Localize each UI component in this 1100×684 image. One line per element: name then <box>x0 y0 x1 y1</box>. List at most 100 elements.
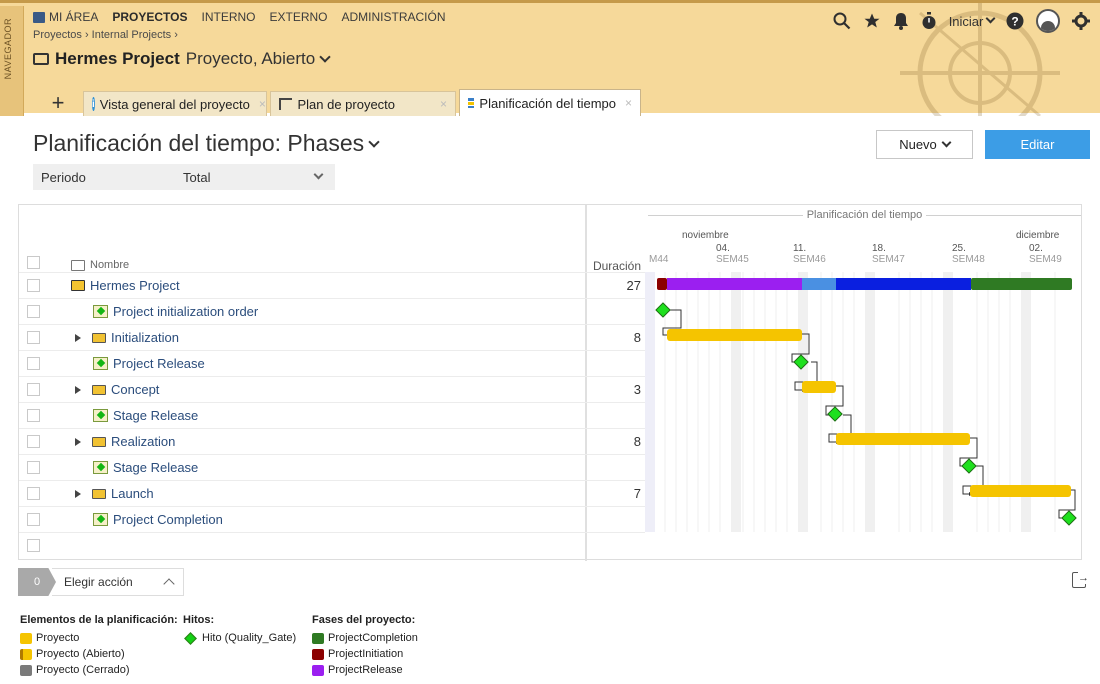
navigator-toggle[interactable]: NAVEGADOR <box>0 6 24 116</box>
top-menu: MI ÁREA PROYECTOS INTERNO EXTERNO ADMINI… <box>33 10 446 24</box>
month-label: diciembre <box>1016 230 1060 241</box>
svg-text:?: ? <box>1011 15 1018 29</box>
initialization-bar[interactable] <box>667 329 802 341</box>
milestone-diamond[interactable] <box>827 406 843 422</box>
expand-arrow-icon[interactable] <box>75 489 81 498</box>
table-row[interactable]: Project initialization order <box>19 298 645 324</box>
chevron-down-icon <box>319 51 331 63</box>
table-row[interactable]: Stage Release <box>19 402 645 428</box>
tab-time-planning[interactable]: Planificación del tiempo × <box>459 89 641 116</box>
close-icon[interactable]: × <box>440 97 447 111</box>
week-tick: 25. SEM48 <box>952 243 985 265</box>
user-avatar[interactable] <box>1036 9 1060 33</box>
chevron-down-icon <box>985 13 996 23</box>
legend-swatch <box>312 664 324 676</box>
table-row-empty <box>19 532 645 558</box>
close-icon[interactable]: × <box>625 96 632 110</box>
row-checkbox[interactable] <box>27 409 40 422</box>
star-icon[interactable] <box>863 12 881 30</box>
milestone-diamond[interactable] <box>655 302 671 318</box>
milestone-icon <box>93 305 108 318</box>
menu-interno[interactable]: INTERNO <box>201 10 255 24</box>
week-tick: 02. SEM49 <box>1029 243 1062 265</box>
milestone-icon <box>93 409 108 422</box>
start-menu[interactable]: Iniciar <box>949 13 996 29</box>
person-icon <box>1041 21 1055 31</box>
table-row[interactable]: Realization 8 <box>19 428 645 454</box>
row-checkbox[interactable] <box>27 539 40 552</box>
new-button[interactable]: Nuevo <box>876 130 973 159</box>
week-tick: 04. SEM45 <box>716 243 749 265</box>
table-row[interactable]: Stage Release <box>19 454 645 480</box>
table-row[interactable]: Launch 7 <box>19 480 645 506</box>
table-row[interactable]: Project Completion <box>19 506 645 532</box>
row-checkbox[interactable] <box>27 305 40 318</box>
select-all-checkbox[interactable] <box>27 256 40 269</box>
row-checkbox[interactable] <box>27 279 40 292</box>
row-checkbox[interactable] <box>27 513 40 526</box>
help-icon[interactable]: ? <box>1006 12 1024 30</box>
tab-project-overview[interactable]: i Vista general del proyecto × <box>83 91 267 116</box>
row-checkbox[interactable] <box>27 435 40 448</box>
menu-proyectos[interactable]: PROYECTOS <box>112 10 187 24</box>
expand-arrow-icon[interactable] <box>75 437 81 446</box>
launch-bar[interactable] <box>970 485 1071 497</box>
bell-icon[interactable] <box>893 12 909 30</box>
project-title[interactable]: Hermes Project Proyecto, Abierto <box>33 49 331 69</box>
gantt-chart <box>645 272 1077 532</box>
row-checkbox[interactable] <box>27 461 40 474</box>
table-row[interactable]: Initialization 8 <box>19 324 645 350</box>
folder-outline-icon <box>71 259 85 271</box>
milestone-icon <box>93 513 108 526</box>
row-checkbox[interactable] <box>27 331 40 344</box>
milestone-diamond[interactable] <box>1061 510 1077 526</box>
legend-swatch <box>20 664 32 676</box>
stopwatch-icon[interactable] <box>921 12 937 30</box>
legend-phases: Fases del proyecto: ProjectCompletion Pr… <box>312 614 418 676</box>
concept-bar[interactable] <box>802 381 836 393</box>
chevron-down-icon <box>313 169 335 185</box>
period-selector[interactable]: Periodo Total <box>33 164 335 190</box>
folder-icon <box>33 53 49 65</box>
legend-swatch <box>20 632 32 644</box>
info-icon: i <box>92 97 95 111</box>
add-tab-button[interactable]: + <box>33 89 83 116</box>
expand-arrow-icon[interactable] <box>75 385 81 394</box>
tree-icon <box>279 98 293 110</box>
row-checkbox[interactable] <box>27 357 40 370</box>
top-toolbar: Iniciar ? <box>833 9 1090 33</box>
selection-count: 0 <box>18 568 56 596</box>
menu-externo[interactable]: EXTERNO <box>269 10 327 24</box>
gear-icon[interactable] <box>1072 12 1090 30</box>
menu-mi-area[interactable]: MI ÁREA <box>33 10 98 24</box>
milestone-icon <box>93 357 108 370</box>
phase-folder-icon <box>92 436 106 447</box>
page-title[interactable]: Planificación del tiempo: Phases <box>33 130 380 157</box>
breadcrumb[interactable]: Proyectos › Internal Projects › <box>33 29 178 41</box>
phase-folder-icon <box>92 488 106 499</box>
menu-administracion[interactable]: ADMINISTRACIÓN <box>342 10 446 24</box>
edit-button[interactable]: Editar <box>985 130 1090 159</box>
column-header-duration[interactable]: Duración <box>589 259 641 273</box>
legend-swatch <box>312 632 324 644</box>
table-row[interactable]: Concept 3 <box>19 376 645 402</box>
gantt-icon <box>468 98 475 108</box>
navigator-label: NAVEGADOR <box>3 18 13 80</box>
row-checkbox[interactable] <box>27 487 40 500</box>
table-row[interactable]: Project Release <box>19 350 645 376</box>
export-icon[interactable] <box>1072 572 1089 588</box>
close-icon[interactable]: × <box>259 97 266 111</box>
expand-arrow-icon[interactable] <box>75 333 81 342</box>
search-icon[interactable] <box>833 12 851 30</box>
realization-bar[interactable] <box>836 433 970 445</box>
row-checkbox[interactable] <box>27 383 40 396</box>
tab-project-plan[interactable]: Plan de proyecto × <box>270 91 456 116</box>
chevron-down-icon <box>368 135 380 148</box>
column-header-name[interactable]: Nombre <box>71 259 129 271</box>
table-row[interactable]: Hermes Project 27 <box>19 272 645 298</box>
top-header: NAVEGADOR MI ÁREA PROYECTOS INTERNO EXTE… <box>0 0 1100 116</box>
planning-grid: Nombre Duración Planificación del tiempo… <box>18 204 1082 561</box>
choose-action-dropdown[interactable]: Elegir acción <box>52 568 184 596</box>
project-folder-icon <box>71 280 85 291</box>
milestone-diamond[interactable] <box>961 458 977 474</box>
